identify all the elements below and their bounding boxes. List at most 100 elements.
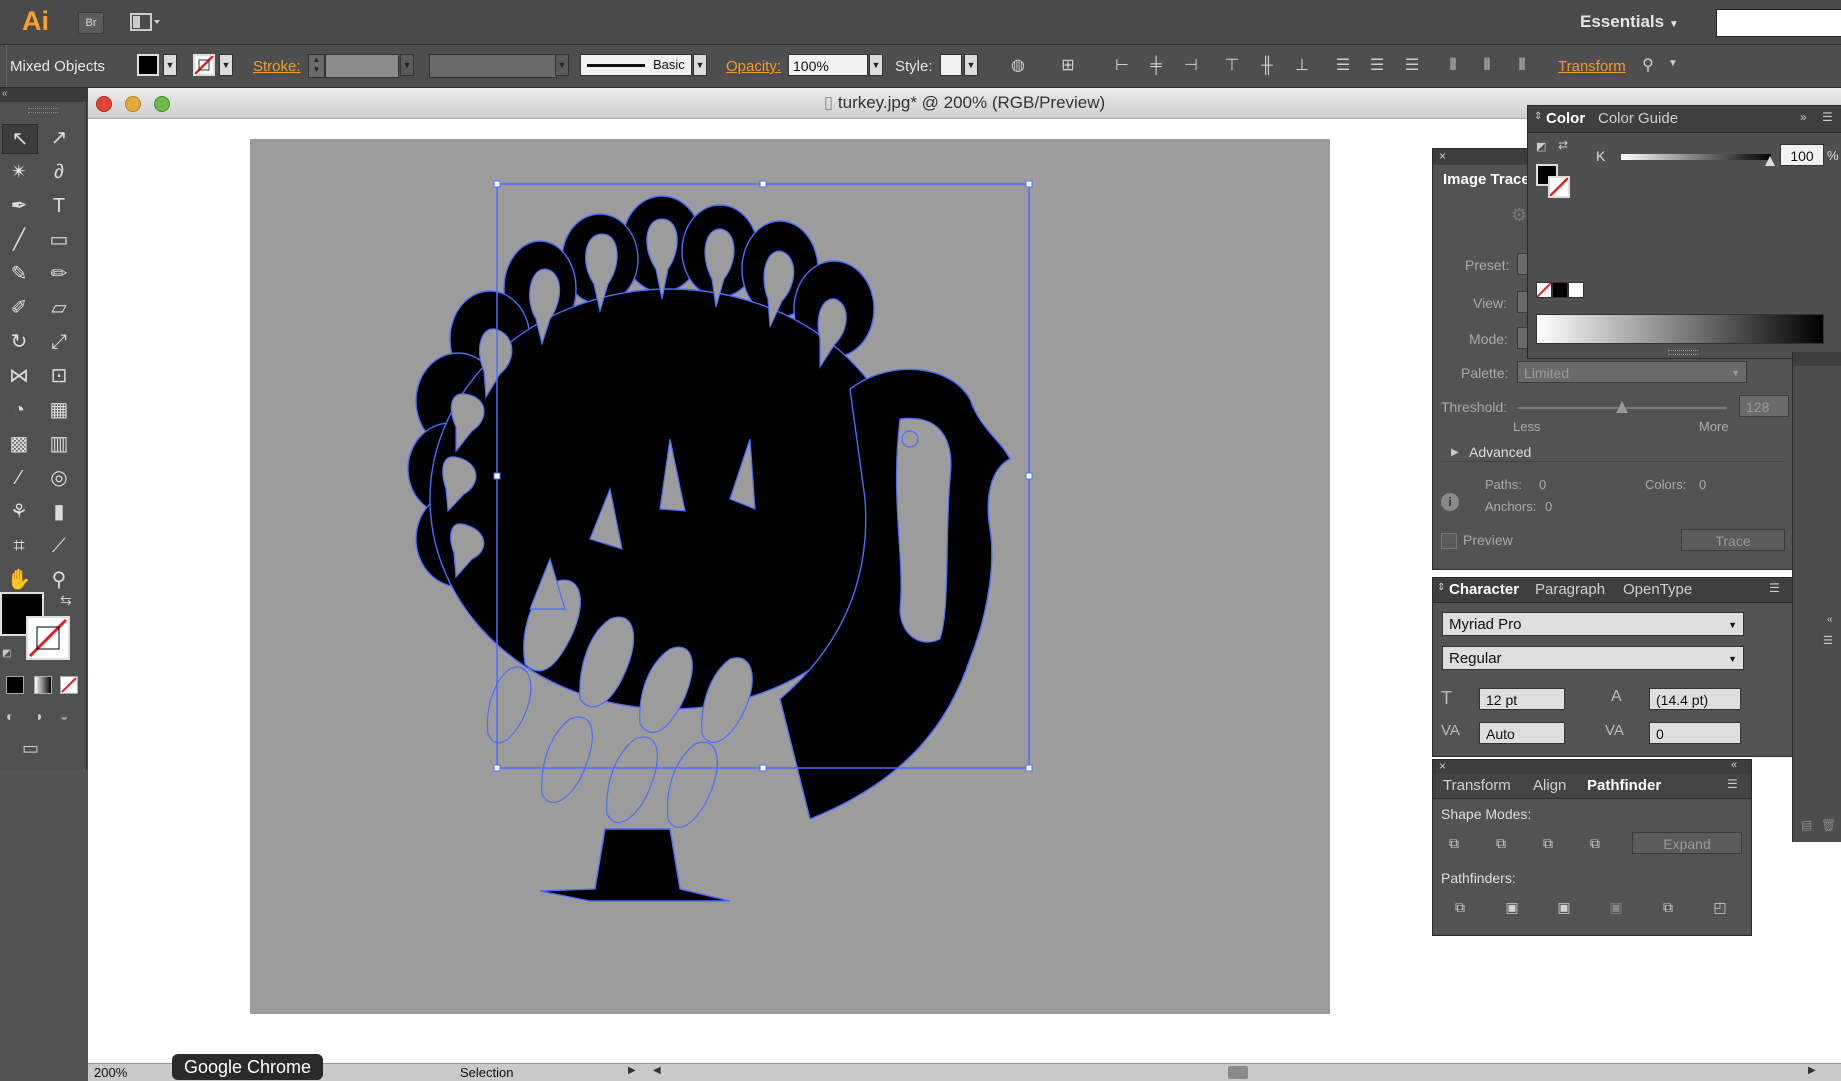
advanced-toggle[interactable]: Advanced <box>1469 444 1531 460</box>
tab-character[interactable]: Character <box>1449 581 1519 598</box>
threshold-slider[interactable] <box>1517 401 1727 413</box>
trim-icon[interactable]: ▣ <box>1501 896 1523 918</box>
status-text[interactable]: Selection <box>460 1065 513 1080</box>
distribute-center-icon[interactable]: ☰ <box>1367 56 1387 76</box>
k-slider-thumb[interactable] <box>1765 156 1775 166</box>
distribute-bottom-icon[interactable]: ☰ <box>1402 56 1422 76</box>
control-bar-menu-icon[interactable]: ▼ <box>1668 58 1678 69</box>
align-left-icon[interactable]: ⊢ <box>1112 56 1132 76</box>
color-mode-button[interactable] <box>6 676 24 694</box>
panel-menu-icon[interactable]: ☰ <box>1769 581 1780 595</box>
swap-colors-icon[interactable]: ⇆ <box>60 592 72 609</box>
kerning-field[interactable]: Auto <box>1479 722 1565 744</box>
tab-transform[interactable]: Transform <box>1443 777 1511 794</box>
draw-inside-icon[interactable]: ◒ <box>60 708 68 724</box>
intersect-icon[interactable]: ⧉ <box>1537 832 1559 854</box>
direct-selection-tool-icon[interactable]: ↗ <box>42 124 76 152</box>
isolate-selection-icon[interactable]: ⚲ <box>1638 56 1658 76</box>
opacity-dropdown[interactable]: ▼ <box>869 54 883 76</box>
gradient-mode-button[interactable] <box>34 676 52 694</box>
fill-dropdown[interactable]: ▼ <box>163 54 177 76</box>
mesh-tool-icon[interactable]: ▩ <box>2 430 36 458</box>
tools-collapse-icon[interactable]: « <box>0 88 88 102</box>
new-item-icon[interactable]: ▤ <box>1801 818 1812 832</box>
bridge-button[interactable]: Br <box>78 12 104 34</box>
slice-tool-icon[interactable]: ⟋ <box>42 532 76 560</box>
style-dropdown[interactable]: ▼ <box>964 54 978 76</box>
hand-tool-icon[interactable]: ✋ <box>2 566 36 594</box>
brush-dropdown[interactable]: ▼ <box>693 54 707 76</box>
arrange-documents-button[interactable] <box>130 13 160 31</box>
color-spectrum[interactable] <box>1536 314 1824 344</box>
expand-button[interactable]: Expand <box>1632 832 1742 854</box>
align-horizontal-center-icon[interactable]: ╪ <box>1146 56 1166 76</box>
swap-fill-stroke-icon[interactable]: ⇄ <box>1558 138 1568 152</box>
tab-opentype[interactable]: OpenType <box>1623 581 1692 598</box>
stroke-swatch[interactable] <box>193 54 215 76</box>
stroke-dropdown[interactable]: ▼ <box>219 54 233 76</box>
stroke-weight-field[interactable] <box>325 54 399 78</box>
minus-front-icon[interactable]: ⧉ <box>1490 832 1512 854</box>
black-swatch[interactable] <box>1552 282 1568 298</box>
panel-menu-icon[interactable]: ☰ <box>1822 110 1833 124</box>
trace-preset-icon[interactable]: ⚙ <box>1511 205 1527 226</box>
close-panel-icon[interactable]: × <box>1439 149 1446 163</box>
outline-icon[interactable]: ⧉ <box>1657 896 1679 918</box>
eyedropper-tool-icon[interactable]: ⁄ <box>2 464 36 492</box>
brush-definition[interactable]: Basic <box>580 54 692 76</box>
turkey-artwork[interactable] <box>250 139 1330 1014</box>
draw-behind-icon[interactable]: ◑ <box>34 708 42 724</box>
k-channel-slider[interactable] <box>1621 154 1775 166</box>
align-right-icon[interactable]: ⊣ <box>1181 56 1201 76</box>
exclude-icon[interactable]: ⧉ <box>1584 832 1606 854</box>
artboard[interactable] <box>250 139 1330 1014</box>
lasso-tool-icon[interactable]: ∂ <box>42 158 76 186</box>
font-style-dropdown[interactable]: Regular ▼ <box>1442 646 1744 670</box>
align-to-icon[interactable]: ⊞ <box>1058 56 1078 76</box>
unite-icon[interactable]: ⧉ <box>1443 832 1465 854</box>
gradient-tool-icon[interactable]: ▥ <box>42 430 76 458</box>
scroll-right-icon[interactable]: ▶ <box>1808 1065 1816 1076</box>
distribute-right-icon[interactable]: ⫴ <box>1512 56 1532 76</box>
magic-wand-tool-icon[interactable]: ✴ <box>2 158 36 186</box>
pencil-tool-icon[interactable]: ✏ <box>42 260 76 288</box>
artboard-tool-icon[interactable]: ⌗ <box>2 532 36 560</box>
white-swatch[interactable] <box>1568 282 1584 298</box>
column-graph-tool-icon[interactable]: ▮ <box>42 498 76 526</box>
transform-link[interactable]: Transform <box>1558 58 1626 75</box>
disclosure-triangle-icon[interactable]: ▶ <box>1451 447 1459 458</box>
type-tool-icon[interactable]: T <box>42 192 76 220</box>
blob-brush-tool-icon[interactable]: ✐ <box>2 294 36 322</box>
threshold-slider-thumb[interactable] <box>1616 401 1628 413</box>
fill-swatch[interactable] <box>137 54 159 76</box>
help-search-input[interactable] <box>1716 9 1841 37</box>
scroll-left-icon[interactable]: ◀ <box>653 1065 661 1076</box>
panel-options-toggle-icon[interactable]: ⇕ <box>1437 582 1445 593</box>
font-family-dropdown[interactable]: Myriad Pro ▼ <box>1442 612 1744 636</box>
tracking-field[interactable]: 0 <box>1649 722 1741 744</box>
tab-color[interactable]: Color <box>1546 110 1585 127</box>
collapse-panel-icon[interactable]: » <box>1800 110 1807 124</box>
paintbrush-tool-icon[interactable]: ✎ <box>2 260 36 288</box>
line-tool-icon[interactable]: ╱ <box>2 226 36 254</box>
distribute-horizontal-center-icon[interactable]: ⫴ <box>1477 56 1497 76</box>
selection-tool-icon[interactable]: ↖ <box>2 124 38 154</box>
tab-pathfinder[interactable]: Pathfinder <box>1587 777 1661 794</box>
free-transform-tool-icon[interactable]: ⊡ <box>42 362 76 390</box>
symbol-sprayer-tool-icon[interactable]: ⚘ <box>2 498 36 526</box>
variable-width-profile[interactable] <box>429 54 557 78</box>
scale-tool-icon[interactable]: ⤢ <box>42 328 76 356</box>
workspace-switcher[interactable]: Essentials ▼ <box>1580 12 1679 32</box>
distribute-top-icon[interactable]: ☰ <box>1333 56 1353 76</box>
align-top-icon[interactable]: ⊤ <box>1222 56 1242 76</box>
perspective-grid-tool-icon[interactable]: ▦ <box>42 396 76 424</box>
opacity-field[interactable]: 100% <box>788 54 868 76</box>
close-panel-icon[interactable]: × <box>1439 759 1446 773</box>
profile-dropdown[interactable]: ▼ <box>555 54 569 76</box>
trace-button[interactable]: Trace <box>1681 529 1785 551</box>
horizontal-scroll-thumb[interactable] <box>1228 1066 1248 1079</box>
stroke-label[interactable]: Stroke: <box>253 58 301 75</box>
blend-tool-icon[interactable]: ◎ <box>42 464 76 492</box>
dock-menu-icon[interactable]: ☰ <box>1823 634 1833 647</box>
width-tool-icon[interactable]: ⋈ <box>2 362 36 390</box>
